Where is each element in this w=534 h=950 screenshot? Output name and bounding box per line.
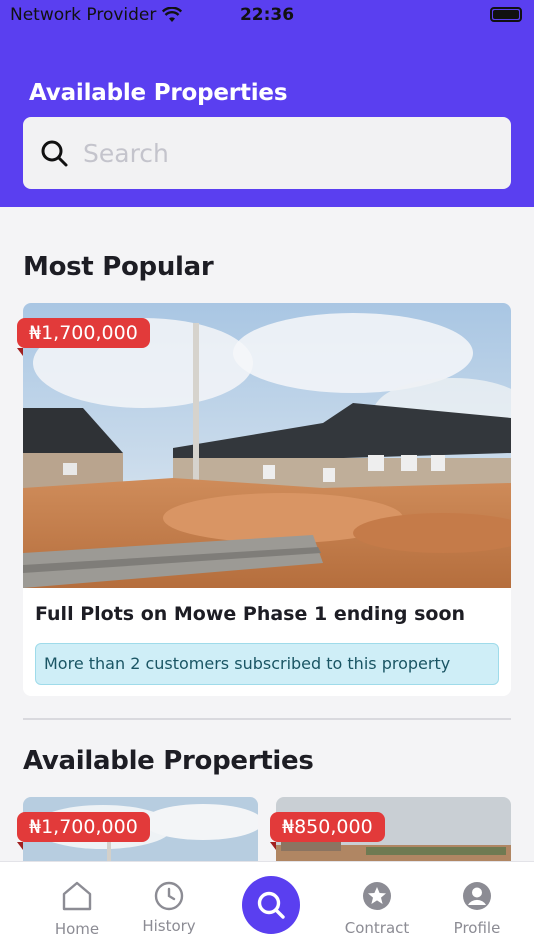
- property-title: Full Plots on Mowe Phase 1 ending soon: [35, 603, 466, 625]
- tab-search[interactable]: [242, 876, 300, 934]
- battery-icon: [490, 7, 522, 22]
- clock: 22:36: [239, 5, 295, 25]
- price-tag: ₦1,700,000: [17, 812, 150, 850]
- star-icon: [363, 882, 391, 910]
- page-title: Available Properties: [29, 80, 288, 106]
- tab-home[interactable]: Home: [32, 862, 122, 950]
- tab-profile[interactable]: Profile: [432, 862, 522, 950]
- tab-history[interactable]: History: [124, 862, 214, 950]
- user-icon: [463, 882, 491, 910]
- search-icon: [257, 891, 285, 919]
- header: Network Provider 22:36 Available Propert…: [0, 0, 534, 207]
- tab-label: Home: [54, 920, 100, 938]
- price-tag: ₦850,000: [270, 812, 385, 850]
- section-title-available: Available Properties: [23, 746, 314, 776]
- tab-label: History: [142, 917, 196, 935]
- search-icon: [41, 140, 68, 167]
- divider: [23, 718, 511, 720]
- search-bar[interactable]: [23, 117, 511, 189]
- section-title-most-popular: Most Popular: [23, 252, 214, 282]
- home-icon: [62, 881, 92, 911]
- clock-icon: [154, 881, 184, 911]
- property-card[interactable]: ₦1,700,000 Full Plots on Mowe Phase 1 en…: [17, 303, 511, 696]
- search-input[interactable]: [83, 138, 483, 168]
- tab-label: Contract: [344, 919, 410, 937]
- tab-contract[interactable]: Contract: [332, 862, 422, 950]
- subscribers-badge: More than 2 customers subscribed to this…: [35, 643, 499, 685]
- tab-label: Profile: [453, 919, 501, 937]
- price-tag: ₦1,700,000: [17, 318, 150, 356]
- tab-bar: Home History Contract Profile: [0, 861, 534, 950]
- status-bar: Network Provider 22:36: [0, 0, 534, 30]
